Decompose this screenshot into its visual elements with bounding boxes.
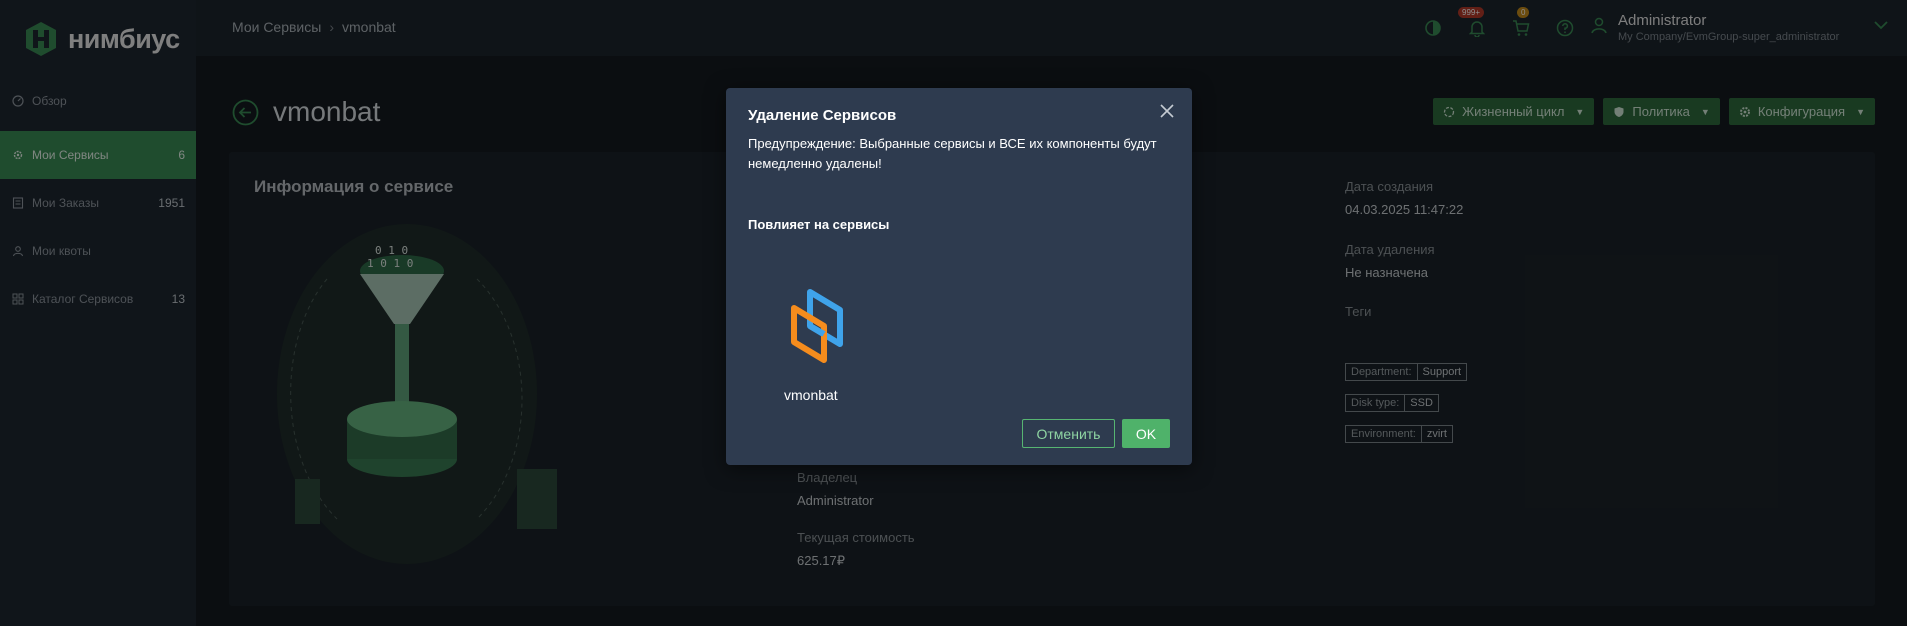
affected-service-name: vmonbat	[784, 387, 838, 403]
modal-affects-label: Повлияет на сервисы	[748, 217, 890, 232]
close-icon[interactable]	[1158, 102, 1176, 120]
modal-warning-text: Предупреждение: Выбранные сервисы и ВСЕ …	[748, 136, 1157, 171]
ok-button[interactable]: OK	[1122, 419, 1170, 448]
cancel-button[interactable]: Отменить	[1022, 419, 1115, 448]
delete-services-modal: Удаление Сервисов Предупреждение: Выбран…	[726, 88, 1192, 465]
modal-title: Удаление Сервисов	[748, 107, 897, 124]
service-logo-icon	[791, 289, 843, 363]
